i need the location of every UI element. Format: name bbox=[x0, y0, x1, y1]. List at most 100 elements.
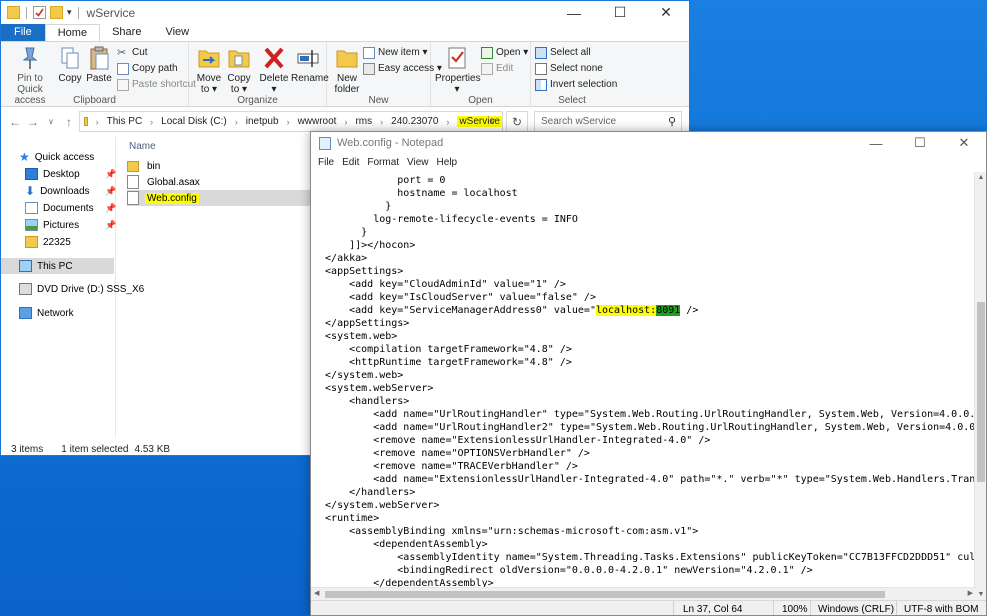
properties-icon[interactable] bbox=[33, 6, 46, 19]
tab-home[interactable]: Home bbox=[44, 24, 101, 41]
text-line-content: <appSettings> bbox=[313, 266, 404, 277]
paste-button[interactable]: Paste bbox=[85, 45, 113, 84]
text-line: <add key="CloudAdminId" value="1" /> bbox=[313, 278, 566, 291]
nav-quick-access[interactable]: ★ Quick access bbox=[19, 149, 94, 165]
maximize-button[interactable]: ☐ bbox=[597, 1, 643, 24]
ribbon: Pin to Quick access Copy Paste ✂ Cut Copy… bbox=[1, 41, 689, 108]
text-line: <add key="IsCloudServer" value="false" /… bbox=[313, 291, 596, 304]
select-all-button[interactable]: Select all bbox=[535, 45, 591, 60]
paste-shortcut-button[interactable]: Paste shortcut bbox=[117, 77, 196, 92]
address-bar[interactable]: › This PC › Local Disk (C:) › inetpub › www… bbox=[79, 111, 503, 132]
download-arrow-icon: ⬇ bbox=[25, 184, 36, 198]
move-to-button[interactable]: Move to ▾ bbox=[195, 45, 223, 95]
notepad-window: Web.config - Notepad — ☐ ✕ File Edit For… bbox=[310, 131, 987, 616]
menu-help[interactable]: Help bbox=[433, 154, 462, 172]
close-button[interactable]: ✕ bbox=[942, 132, 986, 154]
text-line-content: <compilation targetFramework="4.8" /> bbox=[313, 344, 572, 355]
minimize-button[interactable]: — bbox=[551, 1, 597, 24]
select-group: Select all Select none Invert selection … bbox=[531, 42, 617, 108]
copy-to-button[interactable]: Copy to ▾ bbox=[225, 45, 253, 95]
menu-file[interactable]: File bbox=[314, 154, 338, 172]
edit-button[interactable]: Edit bbox=[481, 61, 513, 76]
copy-path-button[interactable]: Copy path bbox=[117, 61, 178, 76]
breadcrumb-inetpub[interactable]: inetpub bbox=[246, 116, 279, 127]
address-dropdown-icon[interactable]: ∨ bbox=[489, 116, 496, 127]
text-line-content: <httpRuntime targetFramework="4.8" /> bbox=[313, 357, 572, 368]
text-line: } bbox=[313, 200, 391, 213]
horizontal-scrollbar[interactable]: ◀ ▶ bbox=[311, 587, 976, 600]
copy-button[interactable]: Copy bbox=[57, 45, 83, 84]
zoom-level: 100% bbox=[782, 604, 808, 615]
refresh-button[interactable]: ↻ bbox=[506, 111, 528, 132]
nav-22325[interactable]: 22325 bbox=[25, 234, 71, 250]
select-none-button[interactable]: Select none bbox=[535, 61, 603, 76]
breadcrumb-local-disk[interactable]: Local Disk (C:) bbox=[161, 116, 227, 127]
menu-view[interactable]: View bbox=[403, 154, 433, 172]
new-group: New folder New item ▾ Easy access ▾ New bbox=[327, 42, 442, 108]
computer-icon bbox=[19, 260, 32, 272]
cut-button[interactable]: ✂ Cut bbox=[117, 45, 148, 60]
text-line: hostname = localhost bbox=[313, 187, 518, 200]
file-item-web-config[interactable]: Web.config bbox=[127, 190, 317, 206]
minimize-button[interactable]: — bbox=[854, 132, 898, 154]
column-header-name[interactable]: Name bbox=[129, 141, 156, 152]
invert-selection-icon bbox=[535, 78, 547, 91]
breadcrumb-version[interactable]: 240.23070 bbox=[391, 116, 438, 127]
up-arrow-icon[interactable]: ↑ bbox=[60, 115, 78, 129]
tab-view[interactable]: View bbox=[153, 24, 201, 41]
nav-desktop[interactable]: Desktop 📌 bbox=[25, 166, 116, 182]
copy-to-icon bbox=[227, 45, 251, 71]
nav-network[interactable]: Network bbox=[19, 305, 74, 321]
recent-dropdown-icon[interactable]: ∨ bbox=[42, 117, 60, 126]
easy-access-icon bbox=[363, 62, 375, 75]
text-editor[interactable]: port = 0 hostname = localhost } log-remo… bbox=[313, 172, 975, 600]
breadcrumb-this-pc[interactable]: This PC bbox=[107, 116, 143, 127]
qat-dropdown-icon[interactable]: ▾ bbox=[67, 7, 72, 18]
tab-share[interactable]: Share bbox=[100, 24, 153, 41]
menu-format[interactable]: Format bbox=[363, 154, 403, 172]
window-title: wService bbox=[86, 5, 136, 20]
scroll-right-icon[interactable]: ▶ bbox=[968, 588, 973, 600]
organize-group: Move to ▾ Copy to ▾ Delete ▾ Rename Orga… bbox=[189, 42, 329, 108]
nav-this-pc[interactable]: This PC bbox=[1, 258, 114, 274]
open-label: Open bbox=[468, 95, 493, 106]
text-line: <system.web> bbox=[313, 330, 397, 343]
text-line: </handlers> bbox=[313, 486, 415, 499]
back-arrow-icon[interactable]: ← bbox=[6, 115, 24, 129]
text-line-content: hostname = localhost bbox=[313, 188, 518, 199]
open-button[interactable]: Open ▾ bbox=[481, 45, 528, 60]
menu-edit[interactable]: Edit bbox=[338, 154, 363, 172]
selected-size: 4.53 KB bbox=[134, 443, 171, 455]
maximize-button[interactable]: ☐ bbox=[898, 132, 942, 154]
search-icon: ⚲ bbox=[667, 116, 676, 128]
new-folder-icon[interactable] bbox=[50, 6, 63, 19]
breadcrumb-wwwroot[interactable]: wwwroot bbox=[298, 116, 337, 127]
file-item-bin[interactable]: bin bbox=[127, 158, 162, 174]
forward-arrow-icon[interactable]: → bbox=[24, 115, 42, 129]
vertical-scrollbar[interactable]: ▲ ▼ bbox=[974, 172, 986, 600]
new-label: New bbox=[368, 95, 389, 106]
nav-pictures[interactable]: Pictures 📌 bbox=[25, 217, 116, 233]
tab-file[interactable]: File bbox=[1, 24, 45, 41]
rename-button[interactable]: Rename bbox=[291, 45, 329, 84]
horizontal-scroll-thumb[interactable] bbox=[325, 591, 885, 598]
close-button[interactable]: ✕ bbox=[643, 1, 689, 24]
new-item-button[interactable]: New item ▾ bbox=[363, 45, 427, 60]
properties-button[interactable]: Properties ▾ bbox=[435, 45, 481, 95]
breadcrumb-rms[interactable]: rms bbox=[355, 116, 372, 127]
vertical-scroll-thumb[interactable] bbox=[977, 302, 985, 482]
ribbon-tabs: File Home Share View bbox=[1, 24, 689, 41]
scroll-up-icon[interactable]: ▲ bbox=[975, 174, 986, 181]
search-box[interactable]: Search wService ⚲ bbox=[534, 111, 682, 132]
new-folder-button[interactable]: New folder bbox=[333, 45, 361, 95]
scroll-left-icon[interactable]: ◀ bbox=[314, 588, 319, 600]
text-line: <httpRuntime targetFramework="4.8" /> bbox=[313, 356, 572, 369]
properties-icon bbox=[445, 45, 469, 71]
invert-selection-button[interactable]: Invert selection bbox=[535, 77, 617, 92]
scroll-down-icon[interactable]: ▼ bbox=[975, 591, 986, 598]
nav-downloads[interactable]: ⬇ Downloads 📌 bbox=[25, 183, 116, 199]
nav-documents[interactable]: Documents 📌 bbox=[25, 200, 116, 216]
file-item-global-asax[interactable]: Global.asax bbox=[127, 174, 202, 190]
explorer-titlebar: ▾ wService — ☐ ✕ bbox=[1, 1, 689, 24]
delete-button[interactable]: Delete ▾ bbox=[259, 45, 289, 95]
